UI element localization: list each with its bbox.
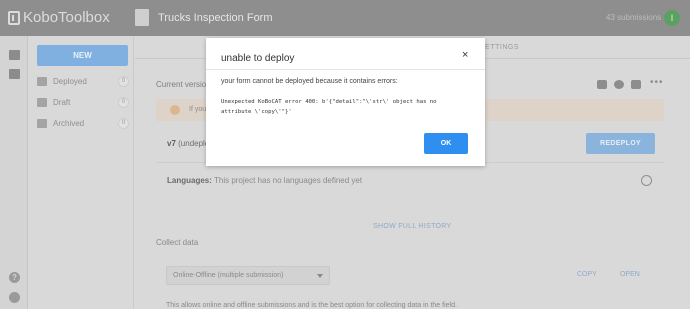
- kobotoolbox-logo[interactable]: KoboToolbox: [8, 9, 110, 26]
- sidebar-item-label: Deployed: [53, 76, 87, 86]
- dialog-message: your form cannot be deployed because it …: [221, 78, 398, 85]
- top-bar: KoboToolbox Trucks Inspection Form 43 su…: [0, 0, 690, 36]
- rocket-icon: [37, 76, 47, 86]
- dialog-title: unable to deploy: [221, 53, 295, 64]
- more-options-icon[interactable]: •••: [650, 77, 664, 88]
- error-line-1: Unexpected KoBoCAT error 400: b'{"detail…: [221, 99, 437, 105]
- form-title[interactable]: Trucks Inspection Form: [158, 12, 273, 24]
- show-full-history-link[interactable]: SHOW FULL HISTORY: [373, 223, 451, 230]
- sidebar-item-draft[interactable]: Draft 0: [37, 95, 129, 109]
- warning-icon: [170, 105, 180, 115]
- version-number: v7: [167, 139, 176, 148]
- tab-settings[interactable]: SETTINGS: [480, 44, 519, 51]
- collect-data-card: Online-Offline (multiple submission) COP…: [155, 254, 663, 309]
- chevron-down-icon: [317, 274, 323, 278]
- languages-row: Languages: This project has no languages…: [156, 172, 664, 196]
- collect-data-label: Collect data: [156, 238, 199, 247]
- warning-text: If you: [189, 106, 207, 113]
- icon-rail: ?: [0, 36, 28, 309]
- sidebar: NEW Deployed 0 Draft 0 Archived 0: [28, 36, 134, 309]
- dialog-divider: [206, 69, 485, 70]
- ok-button[interactable]: OK: [424, 133, 468, 154]
- close-icon[interactable]: ×: [462, 49, 468, 61]
- languages-text: Languages: This project has no languages…: [167, 176, 362, 185]
- sidebar-item-label: Archived: [53, 118, 85, 128]
- replace-icon[interactable]: [631, 80, 641, 89]
- error-dialog: unable to deploy × your form cannot be d…: [206, 38, 485, 166]
- forms-icon[interactable]: [9, 50, 20, 60]
- sidebar-item-count: 0: [118, 75, 129, 87]
- error-line-2: attribute \'copy\'"}': [221, 109, 292, 115]
- open-button[interactable]: OPEN: [620, 271, 640, 278]
- copy-button[interactable]: COPY: [577, 271, 597, 278]
- collect-description: This allows online and offline submissio…: [166, 302, 457, 309]
- archive-icon: [37, 118, 47, 128]
- error-detail: Unexpected KoBoCAT error 400: b'{"detail…: [221, 97, 471, 117]
- languages-label: Languages:: [167, 176, 212, 185]
- preview-icon[interactable]: [614, 80, 624, 89]
- sidebar-item-label: Draft: [53, 97, 71, 107]
- collect-method-value: Online-Offline (multiple submission): [173, 272, 284, 279]
- sidebar-item-deployed[interactable]: Deployed 0: [37, 74, 129, 88]
- library-icon[interactable]: [9, 69, 20, 79]
- submission-count: 43 submissions: [606, 13, 662, 22]
- logo-text: KoboToolbox: [23, 9, 110, 26]
- new-button[interactable]: NEW: [37, 45, 128, 66]
- kobo-logo-icon: [8, 10, 20, 25]
- form-icon: [135, 9, 149, 26]
- sidebar-item-count: 0: [118, 117, 129, 129]
- sidebar-item-count: 0: [118, 96, 129, 108]
- draft-icon: [37, 97, 47, 107]
- collect-method-select[interactable]: Online-Offline (multiple submission): [166, 266, 330, 285]
- edit-icon[interactable]: [597, 80, 607, 89]
- current-version-label: Current version: [156, 80, 211, 89]
- user-avatar[interactable]: I: [664, 10, 680, 26]
- sidebar-item-archived[interactable]: Archived 0: [37, 116, 129, 130]
- globe-icon[interactable]: [641, 175, 652, 186]
- languages-value: This project has no languages defined ye…: [213, 176, 363, 185]
- help-icon[interactable]: ?: [9, 272, 20, 283]
- github-icon[interactable]: [9, 292, 20, 303]
- redeploy-button[interactable]: REDEPLOY: [586, 133, 655, 154]
